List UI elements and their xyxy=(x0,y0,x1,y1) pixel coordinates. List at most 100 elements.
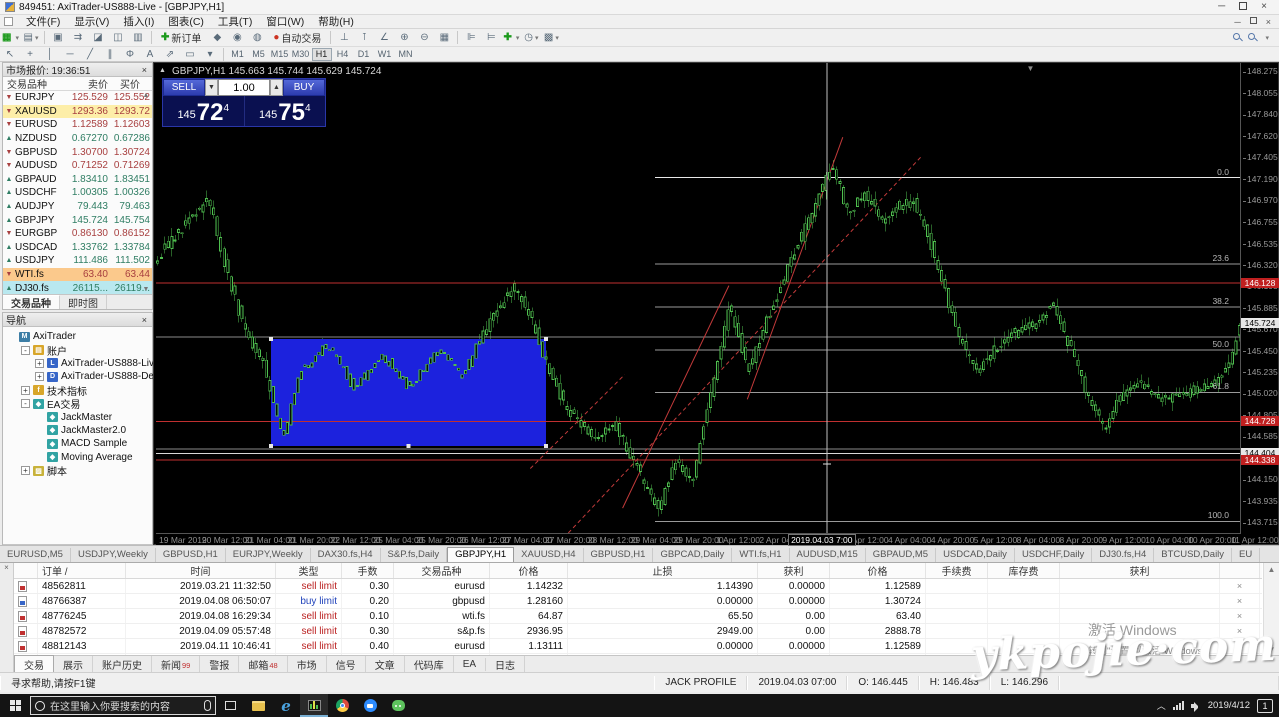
terminal-tab-交易[interactable]: 交易 xyxy=(14,655,54,673)
market-watch-row[interactable]: ▼ EURGBP 0.86130 0.86152 xyxy=(3,227,152,241)
chart-tab[interactable]: USDCAD,Daily xyxy=(936,548,1015,562)
taskbar-search-input[interactable]: 在这里输入你要搜索的内容 xyxy=(30,696,216,715)
terminal-tab-邮箱[interactable]: 邮箱 48 xyxy=(239,655,288,673)
market-watch-tab-即时图[interactable]: 即时图 xyxy=(60,295,107,310)
microphone-icon[interactable] xyxy=(204,700,211,711)
windows-icon[interactable]: ◫ xyxy=(109,30,127,45)
terminal-tab-展示[interactable]: 展示 xyxy=(54,655,93,673)
timeframe-button-D1[interactable]: D1 xyxy=(354,48,374,61)
market-watch-row[interactable]: ▲ NZDUSD 0.67270 0.67286 xyxy=(3,132,152,146)
market-watch-column-交易品种[interactable]: 交易品种 xyxy=(3,76,62,91)
close-button[interactable]: × xyxy=(1261,2,1267,12)
tree-expander-icon[interactable]: + xyxy=(35,358,44,368)
metaeditor-icon[interactable]: ◉ xyxy=(228,30,246,45)
more-tools-icon[interactable]: ▾ xyxy=(201,47,219,62)
new-order-button[interactable]: ✚ 新订单 xyxy=(156,30,206,45)
fibonacci-icon[interactable]: Φ xyxy=(121,47,139,62)
chart-tab[interactable]: AUDUSD,M15 xyxy=(790,548,866,562)
market-watch-row[interactable]: ▲ AUDJPY 79.443 79.463 xyxy=(3,200,152,214)
objects-icon[interactable]: ◪ xyxy=(89,30,107,45)
tree-expander-icon[interactable]: - xyxy=(21,345,30,355)
navigator-item[interactable]: ◆ JackMaster2.0 xyxy=(7,424,152,437)
chart-tab[interactable]: XAUUSD,H4 xyxy=(514,548,584,562)
market-watch-row[interactable]: ▲ USDCAD 1.33762 1.33784 xyxy=(3,241,152,255)
timeframe-button-M30[interactable]: M30 xyxy=(291,48,311,61)
new-chart-icon[interactable]: ▦ ▾ xyxy=(1,30,20,45)
tile-windows-icon[interactable]: ▦ xyxy=(435,30,453,45)
crosshair-icon[interactable]: + xyxy=(21,47,39,62)
video-app-icon[interactable] xyxy=(356,694,384,717)
menu-item-W[interactable]: 窗口(W) xyxy=(259,13,311,30)
buy-button[interactable]: BUY xyxy=(283,79,325,96)
child-minimize-button[interactable]: ─ xyxy=(1234,17,1240,27)
chart-tab[interactable]: EU xyxy=(1232,548,1261,562)
tree-expander-icon[interactable]: - xyxy=(21,399,30,409)
tree-expander-icon[interactable]: + xyxy=(21,385,30,395)
terminal-tab-信号[interactable]: 信号 xyxy=(327,655,366,673)
chart-tab[interactable]: GBPJPY,H1 xyxy=(447,547,515,562)
close-order-icon[interactable]: × xyxy=(1237,596,1242,606)
volume-increase-button[interactable]: ▲ xyxy=(270,79,283,96)
chrome-icon[interactable] xyxy=(328,694,356,717)
timeframe-button-H1[interactable]: H1 xyxy=(311,47,332,61)
zoom-out-icon[interactable]: ⊖ xyxy=(415,30,433,45)
terminal-dock-strip[interactable]: × xyxy=(0,563,14,673)
timeframe-button-H4[interactable]: H4 xyxy=(333,48,353,61)
profiles-icon[interactable]: ▤ ▾ xyxy=(22,30,40,45)
market-watch-scrollbar[interactable]: ▲ ▼ xyxy=(141,92,151,293)
market-watch-row[interactable]: ▼ WTI.fs 63.40 63.44 xyxy=(3,267,152,282)
timeframe-button-M15[interactable]: M15 xyxy=(270,48,290,61)
navigator-item[interactable]: - ◆ EA交易 xyxy=(7,397,152,411)
volume-input[interactable]: 1.00 xyxy=(218,79,270,96)
file-explorer-icon[interactable] xyxy=(244,694,272,717)
terminal-tab-文章[interactable]: 文章 xyxy=(366,655,405,673)
timeframe-button-W1[interactable]: W1 xyxy=(375,48,395,61)
market-watch-row[interactable]: ▼ EURUSD 1.12589 1.12603 xyxy=(3,118,152,132)
menu-item-H[interactable]: 帮助(H) xyxy=(311,13,361,30)
vertical-line-icon[interactable]: │ xyxy=(41,47,59,62)
taskbar-date[interactable]: 2019/4/12 xyxy=(1208,700,1250,711)
indicators-icon[interactable]: ✚ ▾ xyxy=(502,30,520,45)
minimize-button[interactable]: ─ xyxy=(1218,2,1225,12)
market-watch-close-icon[interactable]: × xyxy=(140,65,149,75)
navigator-item[interactable]: - ▤ 账户 xyxy=(7,343,152,358)
network-icon[interactable] xyxy=(1172,701,1184,710)
terminal-tab-警报[interactable]: 警报 xyxy=(200,655,240,673)
order-row[interactable]: 48776245 2019.04.08 16:29:34 sell limit 0.1… xyxy=(14,609,1262,624)
menu-item-I[interactable]: 插入(I) xyxy=(116,13,161,30)
chart-shift-icon[interactable]: ▣ xyxy=(49,30,67,45)
menu-item-T[interactable]: 工具(T) xyxy=(211,13,259,30)
autotrade-button[interactable]: ● 自动交易 xyxy=(268,30,326,45)
buy-price-display[interactable]: 145 75 4 xyxy=(245,96,326,126)
task-view-icon[interactable] xyxy=(216,694,244,717)
market-watch-row[interactable]: ▲ USDCHF 1.00305 1.00326 xyxy=(3,186,152,200)
status-profile[interactable]: JACK PROFILE xyxy=(654,675,748,690)
market-watch-column-卖价[interactable]: 卖价 xyxy=(62,76,108,91)
arrows-icon[interactable]: ⇗ xyxy=(161,47,179,62)
terminal-column-header[interactable]: 订单 / xyxy=(38,563,126,578)
market-watch-row[interactable]: ▲ USDJPY 111.486 111.502 xyxy=(3,254,152,268)
market-watch-row[interactable]: ▲ GBPJPY 145.724 145.754 xyxy=(3,213,152,227)
chart-tab[interactable]: USDJPY,Weekly xyxy=(71,548,156,562)
chart-tab[interactable]: EURJPY,Weekly xyxy=(226,548,311,562)
templates-icon[interactable]: ▩ ▾ xyxy=(542,30,560,45)
notification-icon[interactable]: 1 xyxy=(1257,698,1273,713)
trade-panel-collapse-icon[interactable]: ▲ xyxy=(159,67,166,74)
market-watch-row[interactable]: ▼ AUDUSD 0.71252 0.71269 xyxy=(3,159,152,173)
market-watch-tab-交易品种[interactable]: 交易品种 xyxy=(3,295,60,310)
terminal-tab-日志[interactable]: 日志 xyxy=(486,655,526,673)
shapes-icon[interactable]: ▭ xyxy=(181,47,199,62)
timeframe-button-M1[interactable]: M1 xyxy=(228,48,248,61)
market-watch-row[interactable]: ▼ XAUUSD 1293.36 1293.72 xyxy=(3,104,152,119)
trendline-icon[interactable]: ╱ xyxy=(81,47,99,62)
order-cell-close[interactable]: × xyxy=(1220,594,1260,608)
data-window-icon[interactable]: ▥ xyxy=(129,30,147,45)
navigator-item[interactable]: + L AxiTrader-US888-Live xyxy=(7,357,160,370)
terminal-tab-市场[interactable]: 市场 xyxy=(288,655,327,673)
chart-plot-area[interactable]: ▲ GBPJPY,H1 145.663 145.744 145.629 145.… xyxy=(156,63,1241,533)
sell-button[interactable]: SELL xyxy=(163,79,205,96)
market-watch-row[interactable]: ▲ GBPAUD 1.83410 1.83451 xyxy=(3,173,152,187)
child-restore-button[interactable] xyxy=(1249,16,1257,24)
terminal-column-header[interactable]: 手续费 xyxy=(926,563,988,578)
navigator-header[interactable]: 导航 × xyxy=(3,313,152,327)
